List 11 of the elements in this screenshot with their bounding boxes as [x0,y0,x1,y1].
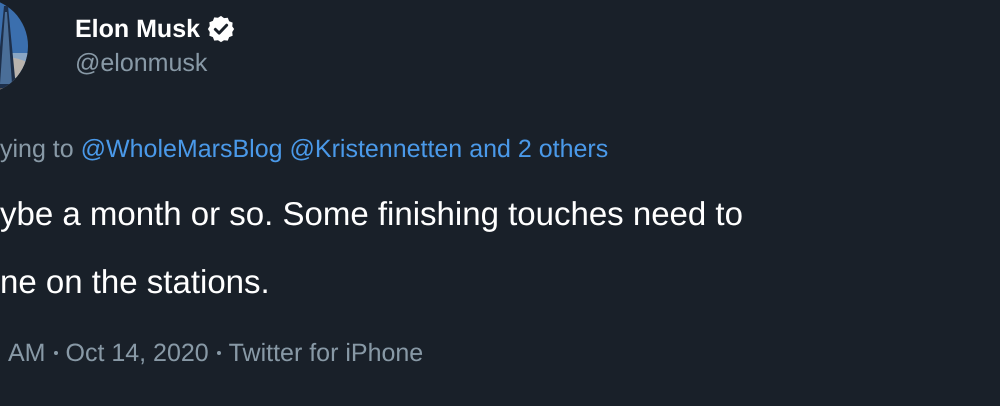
tweet-source: Twitter for iPhone [228,338,424,369]
tweet-text-line: ybe a month or so. Some finishing touches need to [0,194,744,234]
tweet-text-line: ne on the stations. [0,262,271,302]
mention-link[interactable]: @Kristennetten [290,132,462,166]
author-handle: @elonmusk [75,48,208,79]
others-link[interactable]: and 2 others [469,132,608,166]
mention-link[interactable]: @WholeMarsBlog [80,132,283,166]
tweet-date[interactable]: Oct 14, 2020 [66,336,209,370]
replying-to-label: ying to [0,134,74,165]
author-name[interactable]: Elon Musk [75,12,200,46]
tweet-time: AM [8,338,46,369]
